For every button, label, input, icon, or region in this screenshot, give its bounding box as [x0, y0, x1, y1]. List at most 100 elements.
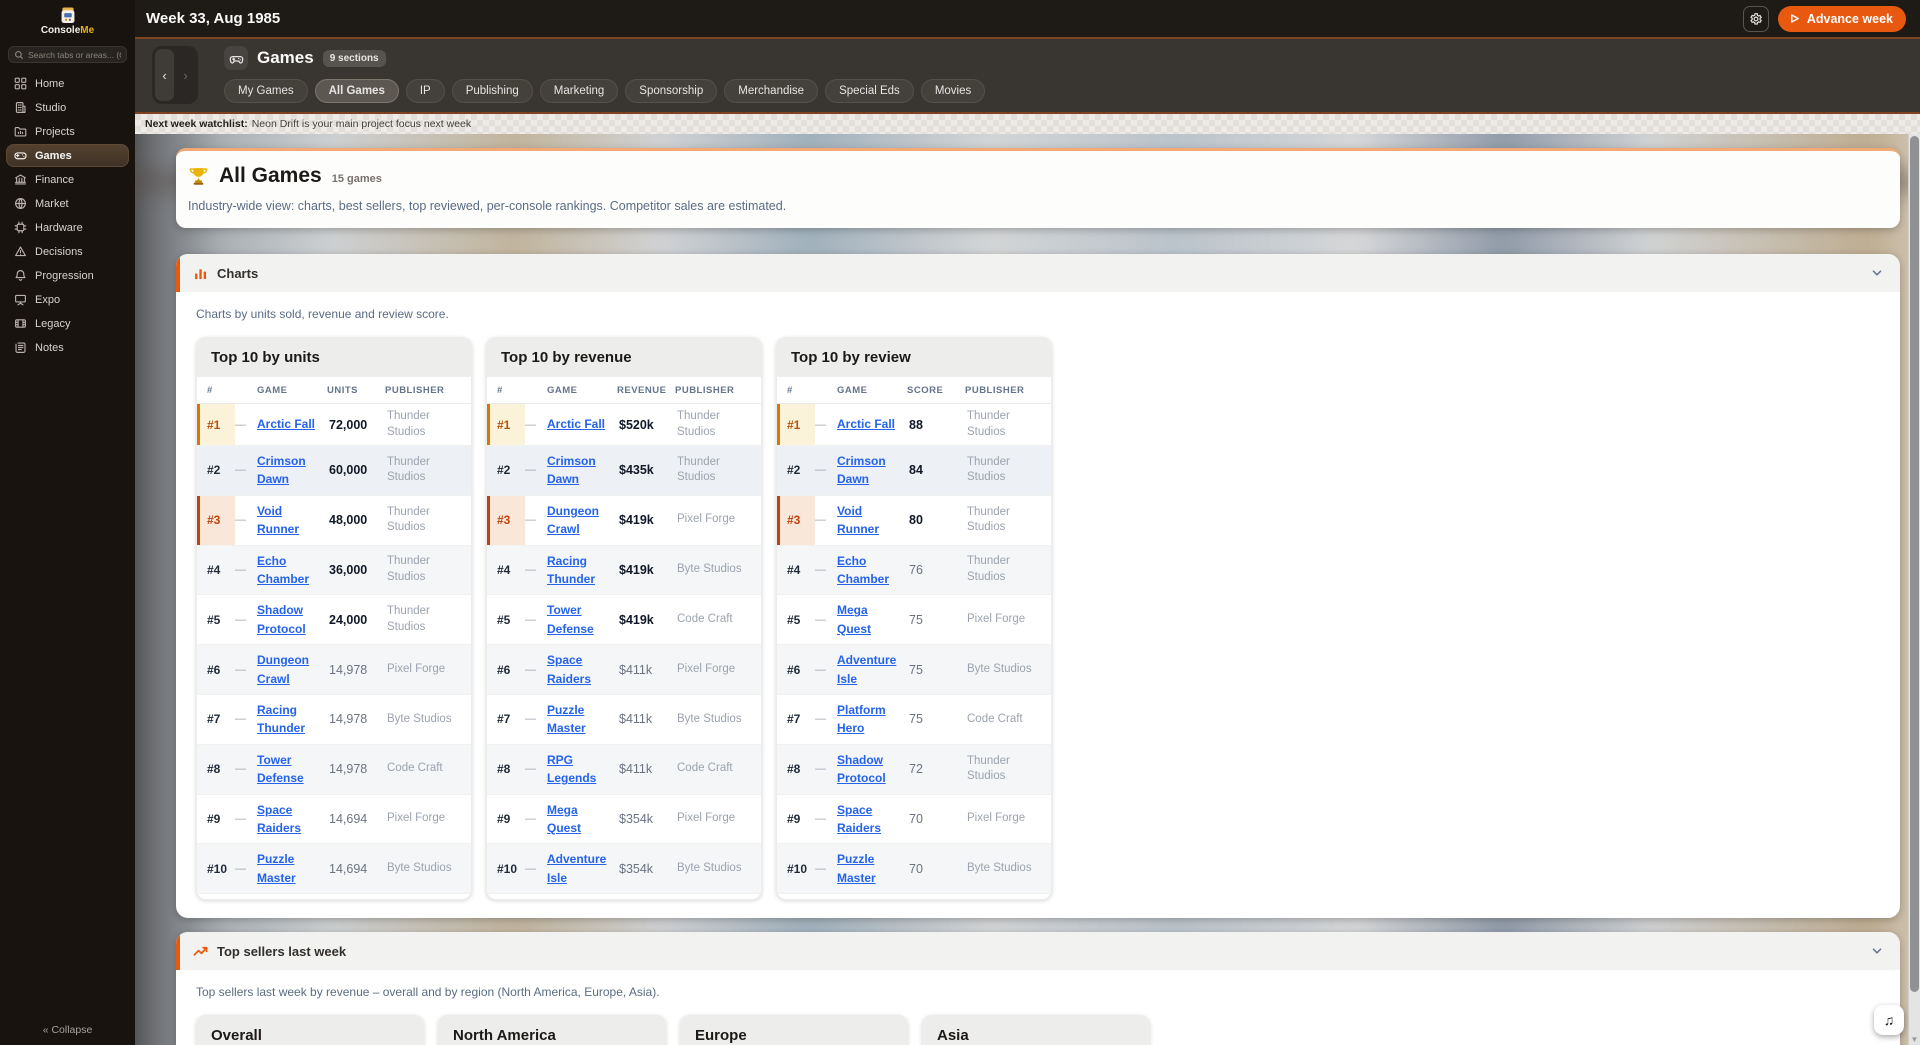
value-cell: 24,000	[329, 612, 368, 627]
game-link-shadow-protocol[interactable]: Shadow Protocol	[257, 603, 306, 635]
section-header[interactable]: Top sellers last week	[176, 932, 1900, 971]
trend-indicator: —	[525, 663, 536, 676]
game-link-void-runner[interactable]: Void Runner	[257, 504, 299, 536]
value-cell: 72,000	[329, 417, 368, 432]
tab-special-eds[interactable]: Special Eds	[825, 79, 914, 103]
sidebar-item-games[interactable]: Games	[6, 144, 129, 167]
sidebar-search[interactable]	[8, 46, 127, 63]
tab-merchandise[interactable]: Merchandise	[724, 79, 819, 103]
sidebar-item-projects[interactable]: Projects	[6, 120, 129, 143]
publisher-cell: Thunder Studios	[967, 754, 1010, 783]
game-link-puzzle-master[interactable]: Puzzle Master	[257, 852, 296, 884]
rank-badge: #8	[497, 762, 511, 777]
chevron-down-icon[interactable]	[1870, 266, 1884, 280]
table-row: #9 — Space Raiders 14,694 Pixel Forge	[197, 795, 471, 845]
table-top-10-by-review: Top 10 by review # GAME SCORE PUBLISHER …	[776, 337, 1052, 901]
sidebar-item-legacy[interactable]: Legacy	[6, 312, 129, 335]
sidebar-item-decisions[interactable]: Decisions	[6, 240, 129, 263]
game-link-puzzle-master[interactable]: Puzzle Master	[547, 703, 586, 735]
rank-badge: #1	[197, 404, 235, 446]
game-link-puzzle-master[interactable]: Puzzle Master	[837, 852, 876, 884]
game-link-arctic-fall[interactable]: Arctic Fall	[257, 417, 315, 431]
game-link-tower-defense[interactable]: Tower Defense	[547, 603, 594, 635]
column-header-rank: #	[497, 385, 503, 396]
table-row: #5 — Shadow Protocol 24,000 Thunder Stud…	[197, 595, 471, 646]
value-cell: $411k	[619, 662, 653, 677]
tab-ip[interactable]: IP	[405, 79, 445, 103]
value-cell: 60,000	[329, 463, 368, 478]
game-link-void-runner[interactable]: Void Runner	[837, 504, 879, 536]
rank-badge: #10	[207, 861, 228, 876]
trend-indicator: —	[815, 663, 826, 676]
section-header[interactable]: Charts	[176, 254, 1900, 292]
game-link-arctic-fall[interactable]: Arctic Fall	[547, 417, 605, 431]
rank-badge: #6	[497, 662, 511, 677]
back-button[interactable]: ‹	[155, 49, 174, 101]
sidebar-item-home[interactable]: Home	[6, 72, 129, 95]
sidebar-item-progression[interactable]: Progression	[6, 264, 129, 287]
sidebar: ConsoleMe Home Studio Projects Games Fin…	[0, 0, 135, 1045]
section-description: Charts by units sold, revenue and review…	[196, 307, 449, 321]
game-link-mega-quest[interactable]: Mega Quest	[547, 803, 581, 835]
tab-movies[interactable]: Movies	[920, 79, 986, 103]
settings-button[interactable]	[1742, 5, 1769, 32]
chip-icon	[14, 221, 27, 234]
value-cell: $354k	[619, 811, 654, 826]
chevron-down-icon[interactable]	[1870, 944, 1884, 958]
collapse-button[interactable]: « Collapse	[0, 1024, 135, 1036]
publisher-cell: Code Craft	[677, 762, 733, 775]
table-row: #9 — Mega Quest $354k Pixel Forge	[487, 795, 761, 845]
search-input[interactable]	[28, 49, 121, 60]
sidebar-item-hardware[interactable]: Hardware	[6, 216, 129, 239]
game-link-dungeon-crawl[interactable]: Dungeon Crawl	[257, 653, 309, 685]
game-link-rpg-legends[interactable]: RPG Legends	[547, 753, 596, 785]
publisher-cell: Thunder Studios	[387, 455, 430, 484]
tab-publishing[interactable]: Publishing	[451, 79, 533, 103]
advance-week-button[interactable]: Advance week	[1777, 5, 1906, 32]
sidebar-item-market[interactable]: Market	[6, 192, 129, 215]
game-link-shadow-protocol[interactable]: Shadow Protocol	[837, 753, 886, 785]
game-link-space-raiders[interactable]: Space Raiders	[257, 803, 301, 835]
music-toggle-button[interactable]: ♫	[1874, 1005, 1904, 1035]
scrollbar-thumb[interactable]	[1910, 136, 1919, 993]
trend-indicator: —	[525, 563, 536, 576]
sidebar-item-studio[interactable]: Studio	[6, 96, 129, 119]
game-link-platform-hero[interactable]: Platform Hero	[837, 703, 886, 735]
game-link-space-raiders[interactable]: Space Raiders	[837, 803, 881, 835]
table-europe: Europe # GAME REVENUE PUBLISHER #1 Mega …	[680, 1015, 908, 1045]
publisher-cell: Thunder Studios	[387, 555, 430, 583]
vertical-scrollbar[interactable]: ▼	[1908, 134, 1920, 1045]
tab-all-games[interactable]: All Games	[314, 79, 399, 103]
game-link-adventure-isle[interactable]: Adventure Isle	[547, 852, 606, 884]
tab-marketing[interactable]: Marketing	[539, 79, 619, 103]
tab-sponsorship[interactable]: Sponsorship	[625, 79, 718, 103]
sidebar-item-expo[interactable]: Expo	[6, 288, 129, 311]
game-link-tower-defense[interactable]: Tower Defense	[257, 753, 304, 785]
game-link-dungeon-crawl[interactable]: Dungeon Crawl	[547, 504, 599, 536]
value-cell: $354k	[619, 861, 654, 876]
rank-badge: #8	[207, 762, 221, 777]
game-link-racing-thunder[interactable]: Racing Thunder	[547, 554, 595, 586]
game-link-echo-chamber[interactable]: Echo Chamber	[257, 554, 309, 586]
game-link-echo-chamber[interactable]: Echo Chamber	[837, 554, 889, 586]
game-link-racing-thunder[interactable]: Racing Thunder	[257, 703, 305, 735]
sidebar-item-finance[interactable]: Finance	[6, 168, 129, 191]
table-row: #10 — Puzzle Master 70 Byte Studios	[777, 844, 1051, 895]
scrollbar-down-arrow[interactable]: ▼	[1909, 1035, 1920, 1044]
game-link-arctic-fall[interactable]: Arctic Fall	[837, 417, 895, 431]
warning-icon	[14, 245, 27, 258]
forward-button[interactable]: ›	[176, 49, 195, 101]
sidebar-item-notes[interactable]: Notes	[6, 336, 129, 359]
arcade-machine-icon	[61, 7, 74, 24]
publisher-cell: Thunder Studios	[387, 410, 430, 438]
notice-text: Neon Drift is your main project focus ne…	[251, 118, 472, 130]
tab-my-games[interactable]: My Games	[224, 79, 308, 103]
publisher-cell: Byte Studios	[967, 662, 1032, 675]
game-link-space-raiders[interactable]: Space Raiders	[547, 653, 591, 685]
publisher-cell: Thunder Studios	[967, 455, 1010, 484]
game-link-crimson-dawn[interactable]: Crimson Dawn	[257, 454, 306, 486]
game-link-crimson-dawn[interactable]: Crimson Dawn	[837, 454, 886, 486]
game-link-crimson-dawn[interactable]: Crimson Dawn	[547, 454, 596, 486]
game-link-mega-quest[interactable]: Mega Quest	[837, 603, 871, 635]
game-link-adventure-isle[interactable]: Adventure Isle	[837, 653, 896, 685]
